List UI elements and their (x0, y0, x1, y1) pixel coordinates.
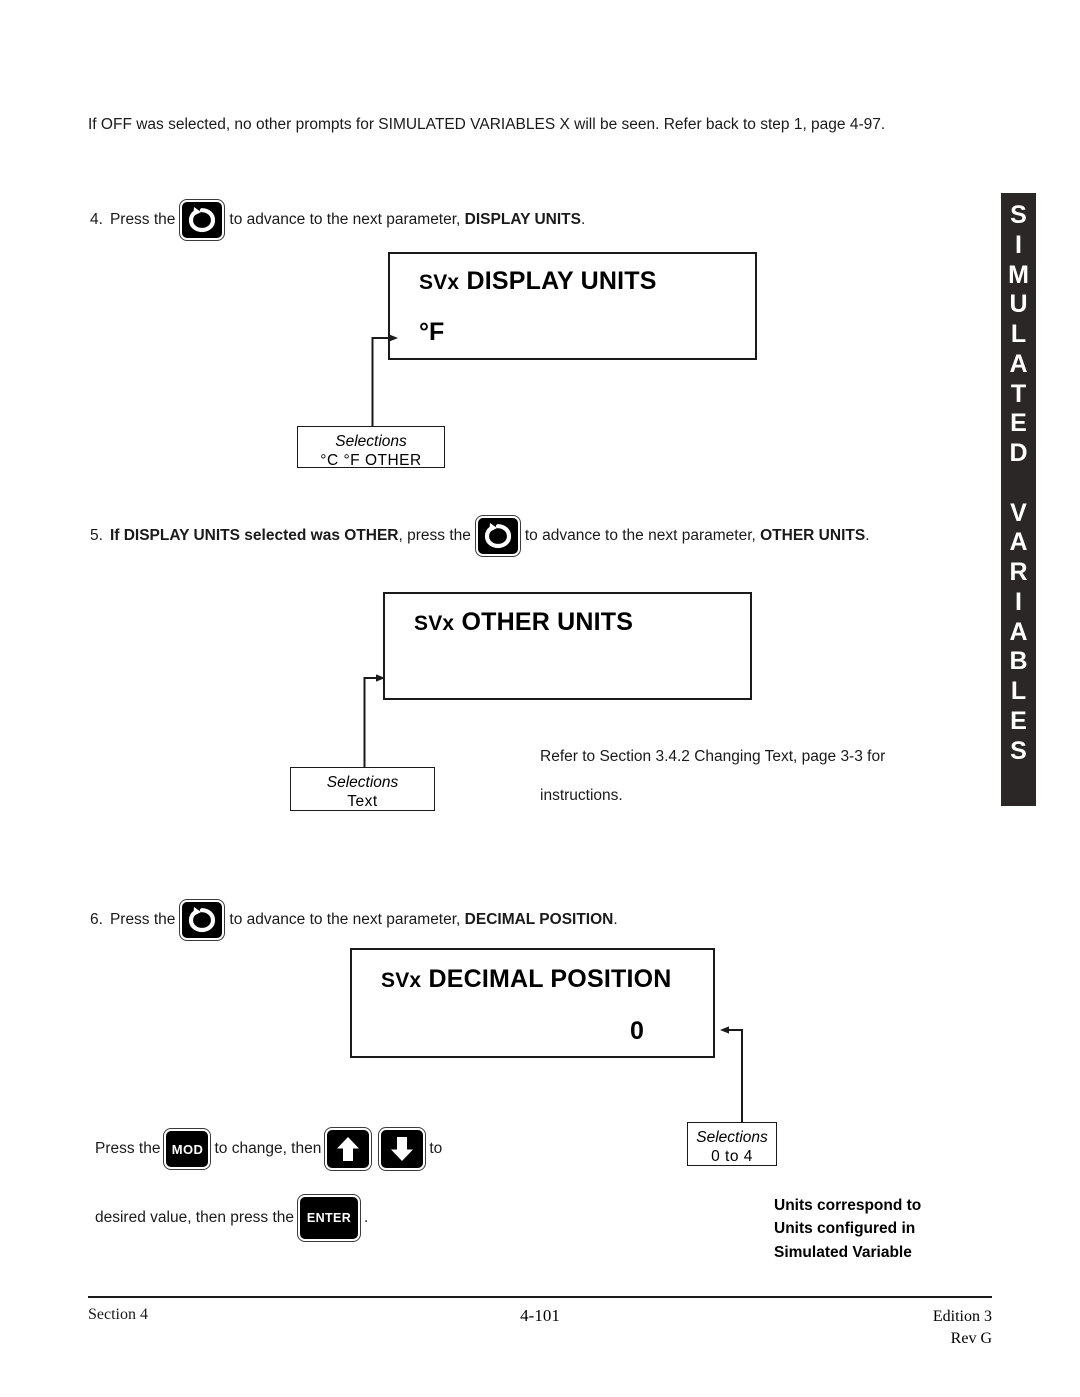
side-tab-char-10: V (1010, 498, 1027, 527)
decimal-position-connector (715, 1022, 755, 1122)
footer-edition-line2: Rev G (950, 1329, 992, 1347)
step-4-period: . (580, 211, 586, 229)
step-6-number: 6. (90, 911, 103, 929)
side-tab-char-6: T (1010, 379, 1027, 408)
decimal-position-selections-items: 0 to 4 (711, 1148, 753, 1166)
side-tab-char-7: E (1010, 409, 1027, 438)
decimal-position-selections-box: Selections 0 to 4 (687, 1122, 777, 1166)
footer-divider (88, 1296, 992, 1298)
step-5-number: 5. (90, 527, 103, 545)
enter-key-label: ENTER (306, 1210, 352, 1225)
side-tab-char-16: L (1010, 677, 1027, 705)
down-arrow-key-button[interactable] (378, 1127, 427, 1171)
other-units-title-text: OTHER UNITS (461, 608, 634, 636)
refer-note-line2: instructions. (540, 787, 623, 804)
display-units-prefix: SVx (419, 271, 460, 294)
display-units-panel-title: SVx DISPLAY UNITS (419, 267, 657, 296)
side-tab-char-13: I (1015, 587, 1022, 616)
footer-page-number: 4-101 (520, 1306, 560, 1325)
step-4-parameter-name: DISPLAY UNITS (464, 211, 581, 229)
change-value-text-e: . (364, 1209, 369, 1227)
step-6-after-pre: to advance to the next parameter, (229, 911, 461, 929)
step-5-period: . (865, 527, 870, 545)
side-tab-char-5: A (1009, 349, 1028, 378)
side-tab-char-8: D (1009, 439, 1028, 467)
side-tab-char-1: I (1015, 230, 1022, 259)
side-tab-char-4: L (1010, 320, 1027, 348)
other-units-selections-items: Text (347, 793, 378, 811)
side-tab-simulated-variables: SIMULATEDXVARIABLES (1001, 193, 1036, 806)
step-5: 5. If DISPLAY UNITS selected was OTHER ,… (90, 515, 870, 557)
step-6-text-before: Press the (109, 911, 176, 929)
step-4: 4. Press the to advance to the next para… (90, 199, 585, 241)
step-5-text-after: to advance to the next parameter, OTHER … (525, 524, 870, 547)
document-page: If OFF was selected, no other prompts fo… (0, 0, 1080, 1397)
display-units-connector (370, 330, 400, 430)
side-tab-char-0: S (1010, 201, 1027, 229)
step-5-parameter-name: OTHER UNITS (760, 527, 866, 545)
units-note-line1: Units correspond to (774, 1197, 922, 1214)
loop-key-button[interactable] (179, 199, 226, 241)
loop-key-button[interactable] (179, 899, 226, 941)
change-value-text-d: desired value, then press the (95, 1209, 295, 1227)
step-4-after-pre: to advance to the next parameter, (229, 211, 461, 229)
change-value-line-1: Press the MOD to change, then to (95, 1127, 443, 1171)
footer-edition-line1: Edition 3 (932, 1308, 992, 1325)
other-units-selections-title: Selections (326, 774, 399, 791)
units-note: Units correspond to Units configured in … (774, 1194, 921, 1264)
step-4-text-before: Press the (109, 211, 176, 229)
side-tab-char-12: R (1009, 558, 1028, 586)
intro-paragraph: If OFF was selected, no other prompts fo… (88, 116, 886, 133)
change-value-line-2: desired value, then press the ENTER . (95, 1194, 369, 1242)
step-5-condition: If DISPLAY UNITS selected was OTHER (109, 527, 399, 545)
mod-key-label: MOD (171, 1141, 204, 1157)
decimal-position-selections-title: Selections (696, 1129, 768, 1146)
side-tab-char-11: A (1009, 528, 1028, 557)
step-6-text-after: to advance to the next parameter, DECIMA… (229, 908, 617, 931)
side-tab-char-3: U (1009, 290, 1028, 319)
step-6-parameter-name: DECIMAL POSITION (464, 911, 614, 929)
decimal-position-prefix: SVx (381, 969, 422, 992)
display-units-selections-items: °C °F OTHER (320, 452, 422, 470)
step-4-number: 4. (90, 211, 103, 229)
units-note-line3: Simulated Variable (774, 1243, 912, 1261)
units-note-line2: Units configured in (774, 1220, 916, 1238)
step-5-after-pre: to advance to the next parameter, (524, 527, 756, 545)
side-tab-char-15: B (1009, 647, 1028, 676)
display-units-selections-box: Selections °C °F OTHER (297, 426, 445, 470)
side-tab-char-14: A (1009, 617, 1028, 646)
decimal-position-title-text: DECIMAL POSITION (428, 965, 672, 993)
other-units-selections-box: Selections Text (290, 767, 435, 811)
step-6-period: . (613, 911, 618, 929)
enter-key-button[interactable]: ENTER (297, 1194, 362, 1242)
mod-key-button[interactable]: MOD (163, 1128, 212, 1170)
side-tab-char-18: S (1010, 736, 1027, 765)
other-units-connector (362, 670, 392, 770)
step-5-text-before: , press the (398, 527, 471, 545)
change-value-text-c: to (429, 1140, 443, 1158)
display-units-selections-title: Selections (335, 433, 407, 450)
step-6: 6. Press the to advance to the next para… (90, 899, 618, 941)
refer-note-line1: Refer to Section 3.4.2 Changing Text, pa… (540, 748, 886, 765)
side-tab-char-2: M (1008, 260, 1029, 289)
display-units-panel-value: °F (419, 318, 445, 346)
decimal-position-panel-value: 0 (630, 1017, 644, 1045)
decimal-position-panel-title: SVx DECIMAL POSITION (381, 965, 672, 994)
loop-key-button[interactable] (474, 515, 521, 557)
side-tab-char-17: E (1010, 706, 1027, 735)
display-units-title-text: DISPLAY UNITS (466, 267, 657, 295)
change-value-text-a: Press the (95, 1140, 161, 1158)
up-arrow-key-button[interactable] (324, 1127, 373, 1171)
other-units-prefix: SVx (414, 612, 455, 635)
other-units-panel-title: SVx OTHER UNITS (414, 608, 633, 637)
footer-edition: Edition 3 Rev G (933, 1306, 992, 1349)
step-4-text-after: to advance to the next parameter, DISPLA… (229, 208, 585, 231)
change-value-text-b: to change, then (214, 1140, 322, 1158)
